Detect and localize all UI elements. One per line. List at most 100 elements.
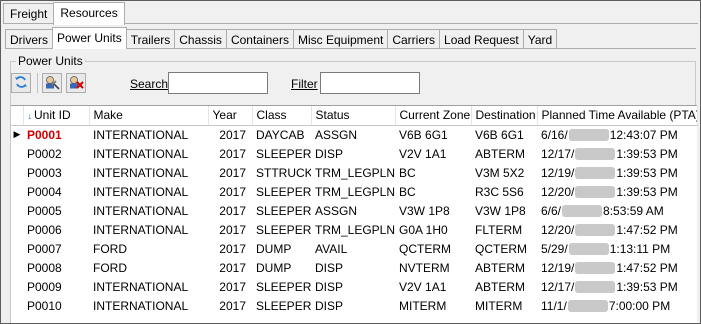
- table-row[interactable]: P0003 INTERNATIONAL 2017 STTRUCK TRM_LEGPLN B…: [11, 163, 697, 183]
- pta-time: 1:39:53 PM: [616, 279, 678, 294]
- row-indicator-header: [11, 106, 24, 126]
- column-header-unit-id[interactable]: ↓ Unit ID: [23, 106, 90, 126]
- pta-time: 12:43:07 PM: [609, 127, 678, 142]
- pta-date: 12/20/: [541, 222, 575, 237]
- class-cell: STTRUCK: [252, 163, 311, 183]
- unit-id-cell: P0006: [23, 220, 89, 240]
- table-row[interactable]: P0009 INTERNATIONAL 2017 SLEEPER DISP V2V 1A1…: [11, 277, 697, 297]
- pta-time: 1:39:53 PM: [616, 184, 678, 199]
- table-row[interactable]: ▶ P0001 INTERNATIONAL 2017 DAYCAB ASSGN V6B 6G…: [11, 125, 697, 145]
- tab-freight[interactable]: Freight: [3, 3, 55, 24]
- table-row[interactable]: P0006 INTERNATIONAL 2017 SLEEPER TRM_LEGPLN G…: [11, 220, 697, 240]
- assign-resource-button[interactable]: [42, 73, 62, 93]
- status-cell: TRM_LEGPLN: [311, 220, 395, 240]
- remove-resource-button[interactable]: [66, 73, 86, 93]
- refresh-icon: [14, 75, 28, 92]
- tab-chassis[interactable]: Chassis: [174, 29, 227, 49]
- row-indicator: [11, 220, 23, 240]
- status-cell: AVAIL: [311, 239, 395, 259]
- unit-id-cell: P0008: [23, 258, 89, 278]
- pta-date: 12/19/: [541, 165, 575, 180]
- redacted-year: [575, 224, 616, 237]
- redacted-year: [562, 205, 603, 218]
- unit-id-cell: P0001: [23, 125, 89, 145]
- tab-carriers[interactable]: Carriers: [387, 29, 441, 49]
- destination-cell: FLTERM: [471, 220, 537, 240]
- tab-yard[interactable]: Yard: [522, 29, 558, 49]
- column-header-current-zone[interactable]: Current Zone: [395, 106, 472, 126]
- status-cell: TRM_LEGPLN: [311, 163, 395, 183]
- refresh-button[interactable]: [11, 73, 31, 93]
- redacted-year: [575, 281, 616, 294]
- make-cell: INTERNATIONAL: [89, 201, 208, 221]
- column-header-pta[interactable]: Planned Time Available (PTA): [537, 106, 698, 126]
- status-cell: ASSGN: [311, 125, 395, 145]
- make-cell: FORD: [89, 239, 208, 259]
- status-cell: DISP: [311, 144, 395, 164]
- group-title: Power Units: [16, 54, 85, 68]
- class-cell: SLEEPER: [252, 220, 311, 240]
- make-cell: INTERNATIONAL: [89, 163, 208, 183]
- tab-trailers[interactable]: Trailers: [125, 29, 176, 49]
- unit-id-cell: P0009: [23, 277, 89, 297]
- make-cell: INTERNATIONAL: [89, 182, 208, 202]
- destination-cell: V3W 1P8: [471, 201, 537, 221]
- row-indicator: [11, 163, 23, 183]
- status-cell: DISP: [311, 296, 395, 316]
- table-row[interactable]: P0002 INTERNATIONAL 2017 SLEEPER DISP V2V 1A1…: [11, 144, 697, 164]
- destination-cell: V3M 5X2: [471, 163, 537, 183]
- current-zone-cell: V6B 6G1: [395, 125, 471, 145]
- destination-cell: V6B 6G1: [471, 125, 537, 145]
- tab-power-units[interactable]: Power Units: [52, 27, 127, 49]
- redacted-year: [567, 300, 608, 313]
- column-header-make[interactable]: Make: [89, 106, 209, 126]
- tab-resources[interactable]: Resources: [53, 2, 125, 25]
- sort-arrow-icon: ↓: [27, 111, 33, 122]
- column-header-class[interactable]: Class: [252, 106, 312, 126]
- redacted-year: [575, 186, 616, 199]
- make-cell: INTERNATIONAL: [89, 144, 208, 164]
- table-row[interactable]: P0005 INTERNATIONAL 2017 SLEEPER ASSGN V3W 1P…: [11, 201, 697, 221]
- column-header-destination[interactable]: Destination: [471, 106, 538, 126]
- current-zone-cell: V3W 1P8: [395, 201, 471, 221]
- year-cell: 2017: [208, 163, 252, 183]
- year-cell: 2017: [208, 125, 252, 145]
- pta-date: 12/17/: [541, 146, 575, 161]
- pta-date: 5/29/: [541, 241, 568, 256]
- pta-cell: 12/17/1:39:53 PM: [537, 277, 697, 297]
- year-cell: 2017: [208, 239, 252, 259]
- tab-load-request[interactable]: Load Request: [439, 29, 524, 49]
- pta-date: 12/17/: [541, 279, 575, 294]
- toolbar: [11, 71, 90, 95]
- tab-containers[interactable]: Containers: [225, 29, 294, 49]
- sub-tabs: Drivers Power Units Trailers Chassis Con…: [5, 27, 558, 49]
- filter-label: Filter: [291, 77, 318, 91]
- assign-resource-icon: [44, 74, 60, 93]
- unit-id-cell: P0002: [23, 144, 89, 164]
- window: Freight Resources Drivers Power Units Tr…: [0, 0, 701, 324]
- pta-time: 1:39:53 PM: [616, 165, 678, 180]
- pta-cell: 6/6/8:53:59 AM: [537, 201, 697, 221]
- table-row[interactable]: P0008 FORD 2017 DUMP DISP NVTERM ABTERM 12/19/1…: [11, 258, 697, 278]
- tab-drivers[interactable]: Drivers: [5, 29, 53, 49]
- tab-misc-equipment[interactable]: Misc Equipment: [292, 29, 389, 49]
- status-cell: ASSGN: [311, 201, 395, 221]
- column-header-year[interactable]: Year: [208, 106, 253, 126]
- filter-input[interactable]: [320, 72, 420, 94]
- current-zone-cell: MITERM: [395, 296, 471, 316]
- unit-id-cell: P0004: [23, 182, 89, 202]
- column-header-status[interactable]: Status: [311, 106, 396, 126]
- row-indicator: [11, 239, 23, 259]
- table-row[interactable]: P0007 FORD 2017 DUMP AVAIL QCTERM QCTERM 5/29/1…: [11, 239, 697, 259]
- pta-cell: 6/16/12:43:07 PM: [537, 125, 697, 145]
- toolbar-separator: [37, 73, 38, 93]
- destination-cell: QCTERM: [471, 239, 537, 259]
- table-row[interactable]: P0010 INTERNATIONAL 2017 SLEEPER DISP MITERM M…: [11, 296, 697, 316]
- current-row-indicator-icon: ▶: [11, 125, 23, 145]
- row-indicator: [11, 182, 23, 202]
- search-input[interactable]: [168, 72, 268, 94]
- make-cell: INTERNATIONAL: [89, 125, 208, 145]
- make-cell: INTERNATIONAL: [89, 220, 208, 240]
- make-cell: INTERNATIONAL: [89, 277, 208, 297]
- table-row[interactable]: P0004 INTERNATIONAL 2017 SLEEPER TRM_LEGPLN B…: [11, 182, 697, 202]
